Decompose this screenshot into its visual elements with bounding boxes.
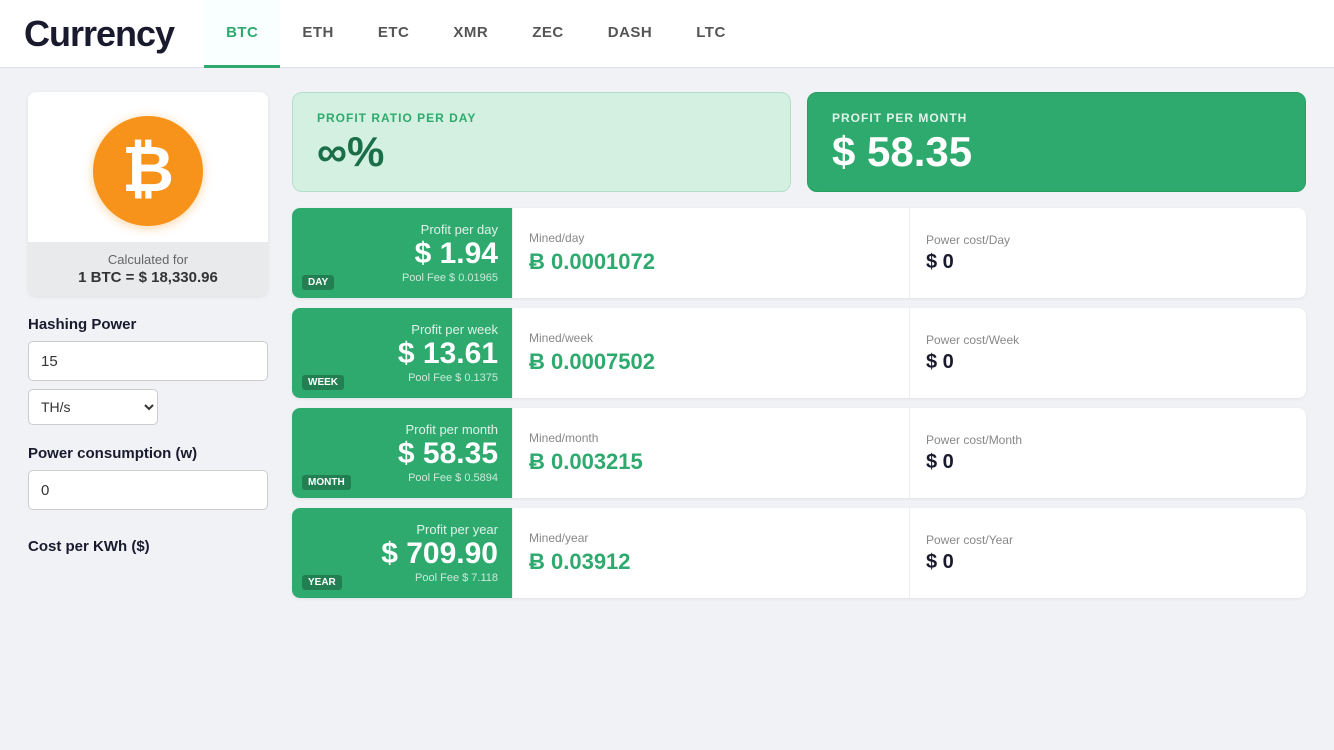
tab-btc[interactable]: BTC	[204, 0, 280, 68]
mined-value-day: Ƀ 0.0001072	[529, 249, 893, 275]
coin-price-area: Calculated for 1 BTC = $ 18,330.96	[28, 242, 268, 296]
mined-label-week: Mined/week	[529, 331, 893, 345]
power-consumption-label: Power consumption (w)	[28, 445, 268, 462]
data-row-week: Profit per week $ 13.61 Pool Fee $ 0.137…	[292, 308, 1306, 398]
summary-card-month: PROFIT PER MONTH $ 58.35	[807, 92, 1306, 192]
btc-icon-circle: ₿	[93, 116, 203, 226]
hashing-power-label: Hashing Power	[28, 316, 268, 333]
power-cost-value-day: $ 0	[926, 251, 1290, 274]
ratio-value: ∞%	[317, 131, 766, 173]
period-badge-day: Day	[302, 275, 334, 290]
mined-cell-month: Mined/month Ƀ 0.003215	[512, 408, 909, 498]
coin-icon-area: ₿	[28, 92, 268, 242]
tab-dash[interactable]: DASH	[586, 0, 675, 68]
mined-label-year: Mined/year	[529, 531, 893, 545]
mined-value-year: Ƀ 0.03912	[529, 549, 893, 575]
profit-label-week: Profit per week	[306, 322, 498, 337]
power-input[interactable]	[28, 470, 268, 510]
header: Currency BTCETHETCXMRZECDASHLTC	[0, 0, 1334, 68]
data-row-year: Profit per year $ 709.90 Pool Fee $ 7.11…	[292, 508, 1306, 598]
summary-row: PROFIT RATIO PER DAY ∞% PROFIT PER MONTH…	[292, 92, 1306, 192]
profit-label-day: Profit per day	[306, 222, 498, 237]
tab-zec[interactable]: ZEC	[510, 0, 586, 68]
power-cost-label-year: Power cost/Year	[926, 533, 1290, 547]
tab-ltc[interactable]: LTC	[674, 0, 748, 68]
mined-label-day: Mined/day	[529, 231, 893, 245]
profit-value-day: $ 1.94	[306, 237, 498, 270]
tab-eth[interactable]: ETH	[280, 0, 356, 68]
month-value: $ 58.35	[832, 131, 1281, 173]
price-value: 1 BTC = $ 18,330.96	[40, 269, 256, 286]
main-content: ₿ Calculated for 1 BTC = $ 18,330.96 Has…	[0, 68, 1334, 750]
left-panel: ₿ Calculated for 1 BTC = $ 18,330.96 Has…	[28, 92, 268, 726]
profit-label-month: Profit per month	[306, 422, 498, 437]
power-cell-year: Power cost/Year $ 0	[909, 508, 1306, 598]
tab-etc[interactable]: ETC	[356, 0, 432, 68]
btc-symbol: ₿	[122, 137, 174, 205]
calc-label: Calculated for	[40, 252, 256, 267]
profit-value-month: $ 58.35	[306, 437, 498, 470]
tab-xmr[interactable]: XMR	[431, 0, 510, 68]
power-cost-label-day: Power cost/Day	[926, 233, 1290, 247]
page-title: Currency	[24, 13, 174, 55]
data-rows: Profit per day $ 1.94 Pool Fee $ 0.01965…	[292, 208, 1306, 598]
mined-cell-week: Mined/week Ƀ 0.0007502	[512, 308, 909, 398]
power-cost-value-month: $ 0	[926, 451, 1290, 474]
power-consumption-section: Power consumption (w)	[28, 445, 268, 518]
power-cell-week: Power cost/Week $ 0	[909, 308, 1306, 398]
cost-kwh-section: Cost per KWh ($)	[28, 538, 268, 555]
coin-card: ₿ Calculated for 1 BTC = $ 18,330.96	[28, 92, 268, 296]
power-cell-day: Power cost/Day $ 0	[909, 208, 1306, 298]
mined-cell-year: Mined/year Ƀ 0.03912	[512, 508, 909, 598]
period-badge-year: Year	[302, 575, 342, 590]
mined-label-month: Mined/month	[529, 431, 893, 445]
power-cell-month: Power cost/Month $ 0	[909, 408, 1306, 498]
power-cost-label-month: Power cost/Month	[926, 433, 1290, 447]
cost-kwh-label: Cost per KWh ($)	[28, 538, 268, 555]
profit-value-week: $ 13.61	[306, 337, 498, 370]
power-cost-value-year: $ 0	[926, 551, 1290, 574]
profit-value-year: $ 709.90	[306, 537, 498, 570]
hashing-unit-select[interactable]: TH/s GH/s MH/s	[28, 389, 158, 425]
period-badge-month: Month	[302, 475, 351, 490]
data-row-left-week: Profit per week $ 13.61 Pool Fee $ 0.137…	[292, 308, 512, 398]
month-label: PROFIT PER MONTH	[832, 111, 1281, 125]
power-cost-value-week: $ 0	[926, 351, 1290, 374]
hashing-power-section: Hashing Power TH/s GH/s MH/s	[28, 316, 268, 425]
currency-tabs: BTCETHETCXMRZECDASHLTC	[204, 0, 748, 68]
pool-fee-day: Pool Fee $ 0.01965	[306, 272, 498, 284]
data-row-left-month: Profit per month $ 58.35 Pool Fee $ 0.58…	[292, 408, 512, 498]
mined-value-week: Ƀ 0.0007502	[529, 349, 893, 375]
right-panel: PROFIT RATIO PER DAY ∞% PROFIT PER MONTH…	[292, 92, 1306, 726]
profit-label-year: Profit per year	[306, 522, 498, 537]
data-row-left-year: Profit per year $ 709.90 Pool Fee $ 7.11…	[292, 508, 512, 598]
hashing-power-input[interactable]	[28, 341, 268, 381]
data-row-day: Profit per day $ 1.94 Pool Fee $ 0.01965…	[292, 208, 1306, 298]
data-row-month: Profit per month $ 58.35 Pool Fee $ 0.58…	[292, 408, 1306, 498]
summary-card-ratio: PROFIT RATIO PER DAY ∞%	[292, 92, 791, 192]
ratio-label: PROFIT RATIO PER DAY	[317, 111, 766, 125]
period-badge-week: Week	[302, 375, 344, 390]
mined-value-month: Ƀ 0.003215	[529, 449, 893, 475]
data-row-left-day: Profit per day $ 1.94 Pool Fee $ 0.01965…	[292, 208, 512, 298]
mined-cell-day: Mined/day Ƀ 0.0001072	[512, 208, 909, 298]
power-cost-label-week: Power cost/Week	[926, 333, 1290, 347]
